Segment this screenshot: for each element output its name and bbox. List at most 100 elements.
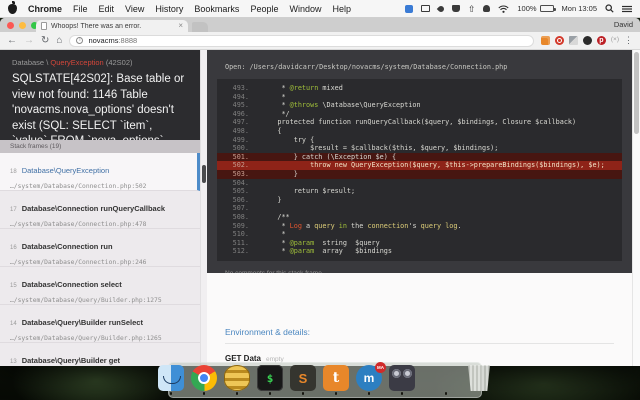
dock-icon-textmate[interactable]: t — [323, 365, 349, 395]
stack-frame[interactable]: 16 Database\Connection run …/system/Datab… — [0, 229, 200, 267]
spotlight-icon[interactable] — [605, 4, 614, 13]
extension-eyedropper-icon[interactable] — [568, 36, 578, 45]
battery-percent: 100% — [517, 4, 537, 13]
code-line-number: 511. — [232, 238, 249, 247]
code-line: 510. * — [217, 230, 622, 239]
extension-opera-icon[interactable] — [554, 36, 564, 45]
exception-header: Database \ QueryException (42S02) SQLSTA… — [0, 50, 200, 140]
stack-frame[interactable]: 15 Database\Connection select …/system/Da… — [0, 267, 200, 305]
code-line: 495. * @throws \Database\QueryException — [217, 101, 622, 110]
code-line-number: 510. — [232, 230, 249, 239]
details-section: Environment & details: GET Data empty PO… — [207, 273, 632, 366]
stack-frame[interactable]: 18 Database\QueryException …/system/Datab… — [0, 153, 200, 191]
extension-pinterest-icon[interactable]: p — [596, 36, 606, 45]
running-indicator-dot — [268, 392, 272, 395]
code-line-text: $result = $callback($this, $query, $bind… — [261, 144, 499, 153]
browser-tab[interactable]: Whoops! There was an error. × — [36, 20, 188, 32]
code-line-text: * @throws \Database\QueryException — [261, 101, 421, 110]
environment-details-header: Environment & details: — [225, 327, 614, 344]
notification-center-icon[interactable] — [622, 5, 632, 13]
chrome-profile-name[interactable]: David — [614, 20, 633, 29]
code-line: 509. * Log a query in the connection's q… — [217, 222, 622, 231]
dock-icon-sublime[interactable]: S — [290, 365, 316, 395]
code-line-number: 509. — [232, 221, 249, 230]
menu-item-chrome[interactable]: Chrome — [28, 4, 62, 14]
dock-icon-finder[interactable] — [158, 365, 184, 395]
browser-scrollbar[interactable] — [632, 50, 640, 366]
stack-frame-title: Database\Connection run — [21, 242, 113, 251]
code-line-text: * Log a query in the connection's query … — [261, 221, 462, 230]
code-line-number: 505. — [232, 187, 249, 196]
minimize-window-button[interactable] — [19, 21, 26, 29]
menu-item-file[interactable]: File — [73, 4, 88, 14]
battery-indicator[interactable]: 100% — [517, 4, 556, 13]
stack-frame[interactable]: 14 Database\Query\Builder runSelect …/sys… — [0, 305, 200, 343]
code-line-text: /** — [261, 212, 290, 221]
location-icon[interactable] — [436, 4, 446, 13]
close-window-button[interactable] — [7, 21, 14, 29]
screen-mirroring-icon[interactable] — [420, 5, 430, 12]
running-indicator-dot — [400, 392, 404, 395]
menubar-clock[interactable]: Mon 13:05 — [562, 4, 597, 13]
notifications-icon[interactable] — [483, 5, 491, 12]
back-button[interactable]: ← — [7, 35, 17, 46]
code-line: 493. * @return mixed — [217, 84, 622, 93]
code-line-text: return $result; — [261, 187, 356, 196]
stack-frame[interactable]: 17 Database\Connection runQueryCallback …… — [0, 191, 200, 229]
sidebar-scrollbar[interactable] — [200, 50, 207, 366]
chrome-menu-icon[interactable]: ⋮ — [624, 36, 633, 45]
code-line-number: 496. — [232, 109, 249, 118]
stack-frame-number: 14 — [10, 321, 17, 327]
tab-strip: Whoops! There was an error. × David — [0, 18, 640, 32]
code-line-text: * @param string $query — [261, 238, 380, 247]
wifi-icon[interactable] — [498, 5, 509, 13]
docker-icon[interactable] — [451, 5, 460, 12]
desktop: Chrome File Edit View History Bookmarks People… — [0, 0, 640, 400]
menubar-app-icon[interactable] — [404, 4, 413, 13]
running-indicator-dot — [301, 392, 305, 395]
dock-icon-sequel[interactable] — [224, 365, 250, 395]
stack-frame-path: …/system/Database/Connection.php:502 — [10, 183, 147, 190]
menu-item-view[interactable]: View — [125, 4, 144, 14]
code-line: 504. — [217, 179, 622, 188]
dock-icon-mamp[interactable]: m MA — [356, 362, 386, 395]
apple-menu-icon[interactable] — [8, 0, 17, 14]
running-indicator-dot — [444, 392, 448, 395]
forward-button[interactable]: → — [24, 35, 34, 46]
home-button[interactable]: ⌂ — [56, 35, 62, 46]
page-info-icon[interactable]: i — [76, 37, 84, 44]
video-icon — [389, 365, 415, 392]
extension-disabled-icon[interactable]: (×) — [611, 36, 619, 45]
stack-frame-number: 15 — [10, 283, 17, 289]
menu-item-help[interactable]: Help — [332, 4, 351, 14]
code-line-number: 512. — [232, 247, 249, 256]
code-line-text: */ — [261, 109, 290, 118]
extension-dark-icon[interactable] — [582, 36, 592, 45]
dock-icon-trash[interactable] — [466, 365, 492, 395]
tab-close-icon[interactable]: × — [178, 22, 183, 30]
open-file-link[interactable]: Open: /Users/davidcarr/Desktop/novacms/s… — [225, 63, 632, 71]
menu-item-people[interactable]: People — [250, 4, 278, 14]
extension-rss-icon[interactable] — [540, 36, 550, 45]
sequel-icon — [224, 365, 250, 392]
menu-item-history[interactable]: History — [155, 4, 183, 14]
dock-icon-video[interactable] — [389, 365, 415, 395]
stack-frame-path: …/system/Database/Connection.php:246 — [10, 259, 147, 266]
trash-icon — [468, 365, 490, 392]
dock-icon-chrome[interactable] — [191, 365, 217, 395]
stack-frames-list: 18 Database\QueryException …/system/Datab… — [0, 153, 200, 366]
dock-icon-terminal[interactable]: $ — [257, 365, 283, 395]
new-tab-button[interactable] — [192, 21, 208, 32]
menu-item-bookmarks[interactable]: Bookmarks — [194, 4, 239, 14]
stack-frame-number: 16 — [10, 245, 17, 251]
stack-frame-path: …/system/Database/Connection.php:478 — [10, 221, 147, 228]
sidebar-scrollbar-thumb[interactable] — [202, 165, 206, 183]
code-line-text: throw new QueryException($query, $this->… — [261, 161, 605, 170]
address-bar[interactable]: i novacms:8888 — [69, 34, 534, 47]
menu-item-edit[interactable]: Edit — [99, 4, 115, 14]
browser-scrollbar-thumb[interactable] — [634, 52, 639, 134]
keyboard-layout-icon[interactable]: ⇧ — [468, 4, 476, 13]
menu-item-window[interactable]: Window — [289, 4, 321, 14]
code-line: 498. { — [217, 127, 622, 136]
reload-button[interactable]: ↻ — [41, 35, 49, 46]
